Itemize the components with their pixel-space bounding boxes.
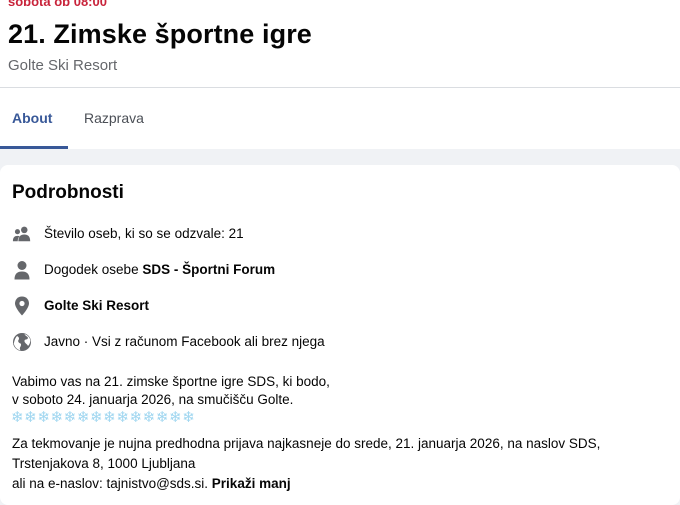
location-pin-icon (12, 295, 32, 317)
details-heading: Podrobnosti (12, 182, 124, 203)
event-location[interactable]: Golte Ski Resort (8, 56, 117, 76)
responded-count: Število oseb, ki so se odzvale: 21 (44, 226, 244, 241)
snowflake-row: ❄❄❄❄❄❄❄❄❄❄❄❄❄❄ (11, 409, 196, 426)
event-header: sobota ob 08:00 21. Zimske športne igre … (0, 0, 680, 149)
host-text: Dogodek osebe SDS - Športni Forum (44, 261, 275, 279)
person-icon (12, 259, 32, 281)
host-link[interactable]: SDS - Športni Forum (142, 262, 275, 277)
people-icon (12, 223, 32, 245)
host-prefix: Dogodek osebe (44, 262, 143, 277)
show-less-link[interactable]: Prikaži manj (212, 476, 291, 491)
active-tab-indicator (0, 146, 68, 149)
tab-about[interactable]: About (12, 108, 52, 128)
description-line-2: v soboto 24. januarja 2026, na smučišču … (12, 392, 294, 407)
details-card: Podrobnosti Število oseb, ki so se odzva… (0, 165, 680, 505)
location-link[interactable]: Golte Ski Resort (44, 297, 149, 315)
description-line-3: Za tekmovanje je nujna predhodna prijava… (12, 436, 601, 451)
globe-icon (12, 331, 32, 353)
event-date: sobota ob 08:00 (8, 0, 107, 9)
email-line: ali na e-naslov: tajnistvo@sds.si. (12, 476, 212, 491)
header-divider (0, 87, 680, 88)
tab-razprava[interactable]: Razprava (84, 108, 144, 128)
description-line-4: Trstenjakova 8, 1000 Ljubljana (12, 456, 196, 471)
event-title: 21. Zimske športne igre (8, 19, 312, 49)
privacy-text: Javno · Vsi z računom Facebook ali brez … (44, 334, 325, 349)
description-line-5: ali na e-naslov: tajnistvo@sds.si. Prika… (12, 475, 291, 493)
description-line-1: Vabimo vas na 21. zimske športne igre SD… (12, 374, 330, 389)
